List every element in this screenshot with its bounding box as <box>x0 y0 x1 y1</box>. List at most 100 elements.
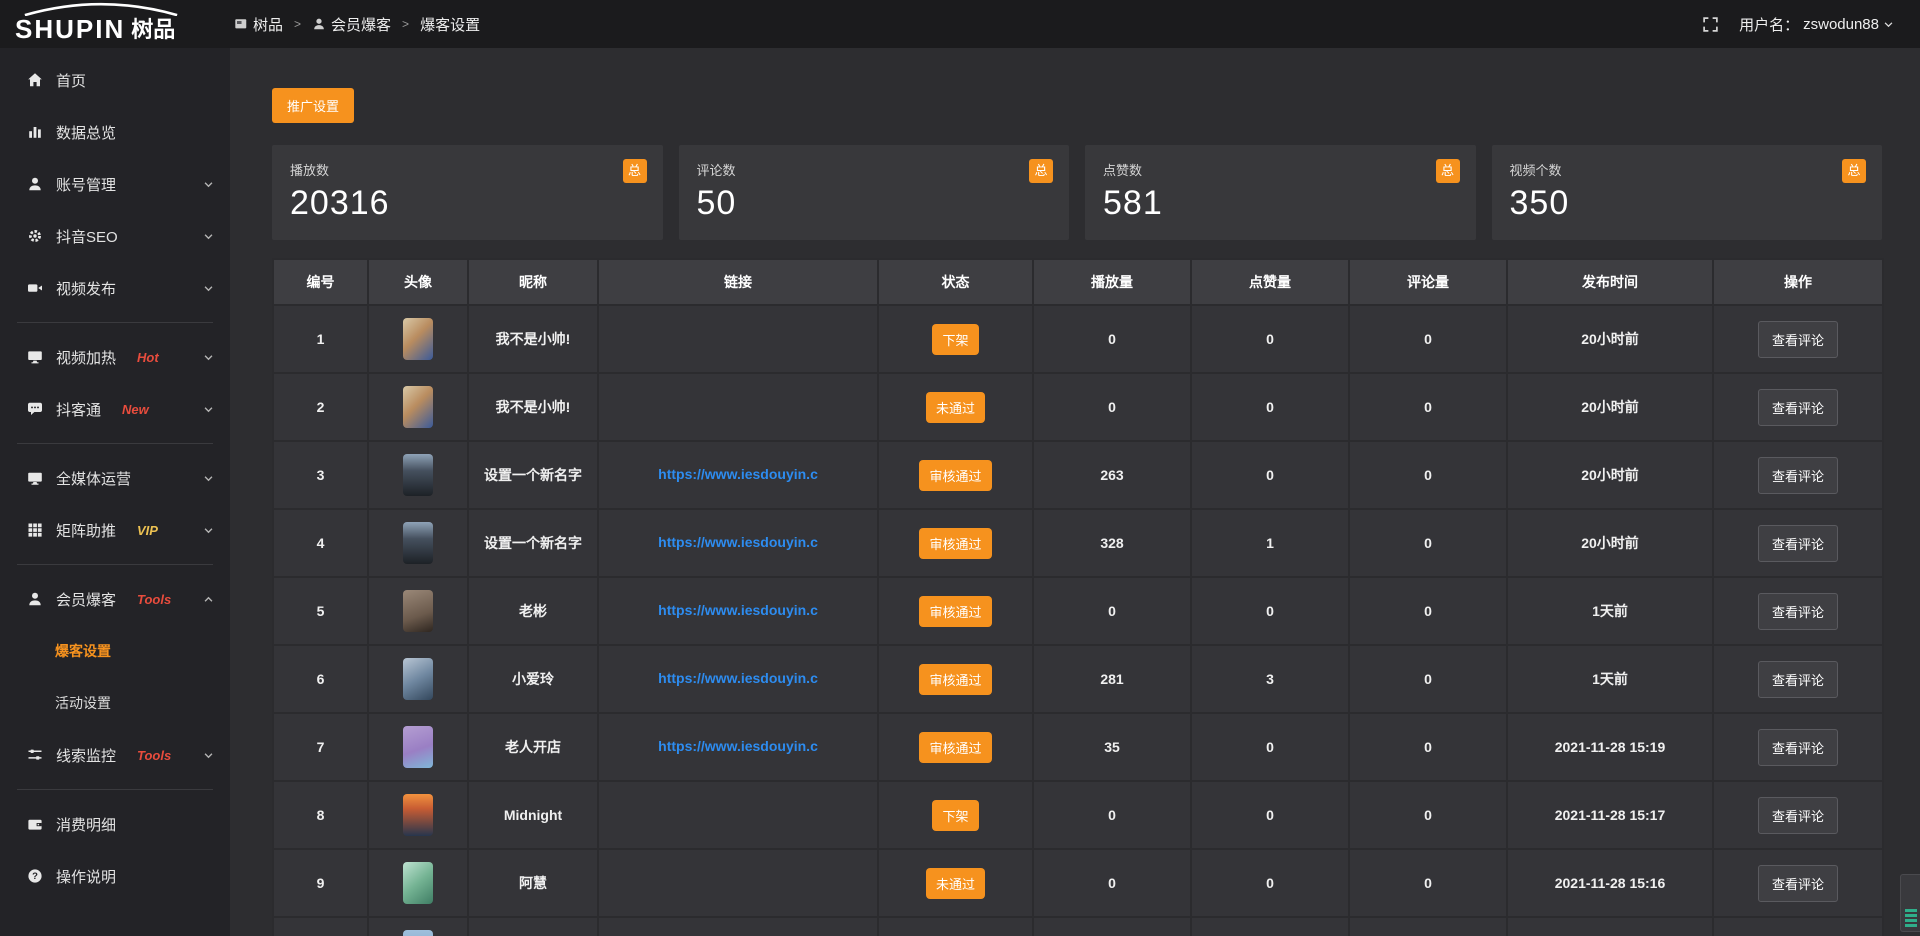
avatar <box>403 930 433 936</box>
view-comments-button[interactable]: 查看评论 <box>1758 321 1838 358</box>
view-comments-button[interactable]: 查看评论 <box>1758 729 1838 766</box>
sidebar-item-home[interactable]: 首页 <box>0 54 230 106</box>
nickname: 我不是小帅! <box>496 399 571 415</box>
publish-time: 1天前 <box>1592 603 1628 619</box>
brand-name-cn: 树品 <box>131 18 175 42</box>
sidebar-item-account-management[interactable]: 账号管理 <box>0 158 230 210</box>
breadcrumb-item-home[interactable]: 树品 <box>234 14 283 35</box>
view-comments-button[interactable]: 查看评论 <box>1758 797 1838 834</box>
username-value: zswodun88 <box>1803 16 1879 33</box>
video-link[interactable]: https://www.iesdouyin.c <box>658 602 818 618</box>
table-row: 8 Midnight 下架 0 0 0 2021-11-28 15:17 查看评… <box>273 781 1883 849</box>
row-number: 1 <box>317 331 325 347</box>
sidebar-item-label: 操作说明 <box>56 866 116 887</box>
publish-time: 20小时前 <box>1581 535 1639 551</box>
promotion-settings-button[interactable]: 推广设置 <box>272 88 354 123</box>
play-count: 0 <box>1108 875 1116 891</box>
like-count: 3 <box>1266 671 1274 687</box>
sidebar-item-instructions[interactable]: ? 操作说明 <box>0 850 230 902</box>
column-header: 状态 <box>878 259 1033 305</box>
sidebar-item-douketong[interactable]: 抖客通 New <box>0 383 230 435</box>
stat-label: 点赞数 <box>1103 160 1458 179</box>
row-number: 7 <box>317 739 325 755</box>
stat-card: 点赞数 581 总 <box>1085 145 1476 240</box>
column-header: 点赞量 <box>1191 259 1349 305</box>
view-comments-button[interactable]: 查看评论 <box>1758 389 1838 426</box>
publish-time: 2021-11-28 15:17 <box>1555 807 1666 823</box>
nickname: 小爱玲 <box>512 671 554 687</box>
sidebar-item-label: 抖音SEO <box>56 226 118 247</box>
nickname: 阿慧 <box>519 875 547 891</box>
column-header: 链接 <box>598 259 878 305</box>
avatar <box>403 726 433 768</box>
publish-time: 20小时前 <box>1581 331 1639 347</box>
username-label: 用户名： <box>1739 14 1799 35</box>
stat-card: 播放数 20316 总 <box>272 145 663 240</box>
sidebar-item-video-publish[interactable]: 视频发布 <box>0 262 230 314</box>
video-link[interactable]: https://www.iesdouyin.c <box>658 670 818 686</box>
avatar <box>403 454 433 496</box>
sidebar-item-member-baoke[interactable]: 会员爆客 Tools <box>0 573 230 625</box>
bar-chart-icon <box>27 124 43 140</box>
nickname: 老人开店 <box>505 739 561 755</box>
sidebar-subitem-activity-settings[interactable]: 活动设置 <box>0 677 230 729</box>
column-header: 评论量 <box>1349 259 1507 305</box>
sidebar-item-douyin-seo[interactable]: 抖音SEO <box>0 210 230 262</box>
gear-icon <box>27 228 43 244</box>
sidebar-submenu: 爆客设置 活动设置 <box>0 625 230 729</box>
video-link[interactable]: https://www.iesdouyin.c <box>658 738 818 754</box>
sidebar-item-video-heating[interactable]: 视频加热 Hot <box>0 331 230 383</box>
avatar <box>403 862 433 904</box>
chevron-down-icon <box>203 404 214 415</box>
video-camera-icon <box>27 280 43 296</box>
like-count: 1 <box>1266 535 1274 551</box>
view-comments-button[interactable]: 查看评论 <box>1758 865 1838 902</box>
sidebar-item-clue-monitor[interactable]: 线索监控 Tools <box>0 729 230 781</box>
row-number: 5 <box>317 603 325 619</box>
view-comments-button[interactable]: 查看评论 <box>1758 593 1838 630</box>
floating-widget[interactable] <box>1900 874 1920 932</box>
comment-count: 0 <box>1424 603 1432 619</box>
sidebar-item-consumption-details[interactable]: 消费明细 <box>0 798 230 850</box>
publish-time: 2021-11-28 15:19 <box>1555 739 1666 755</box>
video-link[interactable]: https://www.iesdouyin.c <box>658 534 818 550</box>
vip-badge: VIP <box>137 523 158 538</box>
view-comments-button[interactable]: 查看评论 <box>1758 525 1838 562</box>
fullscreen-icon[interactable] <box>1702 16 1719 33</box>
sidebar-item-label: 线索监控 <box>56 745 116 766</box>
sidebar-divider <box>17 789 213 790</box>
sidebar-item-matrix-boost[interactable]: 矩阵助推 VIP <box>0 504 230 556</box>
play-count: 0 <box>1108 331 1116 347</box>
video-link[interactable]: https://www.iesdouyin.c <box>658 466 818 482</box>
avatar <box>403 794 433 836</box>
view-comments-button[interactable]: 查看评论 <box>1758 661 1838 698</box>
sidebar-item-data-overview[interactable]: 数据总览 <box>0 106 230 158</box>
user-icon <box>312 17 326 31</box>
window-icon <box>234 17 248 31</box>
play-count: 263 <box>1100 467 1123 483</box>
sidebar-subitem-baoke-settings[interactable]: 爆客设置 <box>0 625 230 677</box>
videos-table: 编号头像昵称链接状态播放量点赞量评论量发布时间操作 1 我不是小帅! 下架 0 … <box>272 258 1884 936</box>
view-comments-button[interactable]: 查看评论 <box>1758 457 1838 494</box>
sidebar-item-label: 矩阵助推 <box>56 520 116 541</box>
sidebar-item-omnimedia[interactable]: 全媒体运营 <box>0 452 230 504</box>
like-count: 0 <box>1266 875 1274 891</box>
avatar <box>403 318 433 360</box>
nickname: 设置一个新名字 <box>484 467 582 483</box>
breadcrumb-item-member[interactable]: 会员爆客 <box>312 14 391 35</box>
status-badge: 审核通过 <box>919 732 991 763</box>
chevron-up-icon <box>203 594 214 605</box>
svg-text:?: ? <box>32 871 38 882</box>
total-badge: 总 <box>1029 159 1053 183</box>
breadcrumb: 树品 > 会员爆客 > 爆客设置 <box>230 14 1702 35</box>
sidebar-item-label: 视频发布 <box>56 278 116 299</box>
avatar <box>403 658 433 700</box>
logo-arc-icon <box>15 2 187 16</box>
user-menu[interactable]: 用户名：zswodun88 <box>1739 14 1894 35</box>
breadcrumb-label: 爆客设置 <box>420 14 480 35</box>
chevron-down-icon <box>203 352 214 363</box>
chat-icon <box>27 401 43 417</box>
sidebar-item-label: 视频加热 <box>56 347 116 368</box>
play-count: 328 <box>1100 535 1123 551</box>
app-logo: SHUPIN 树品 <box>0 0 230 48</box>
